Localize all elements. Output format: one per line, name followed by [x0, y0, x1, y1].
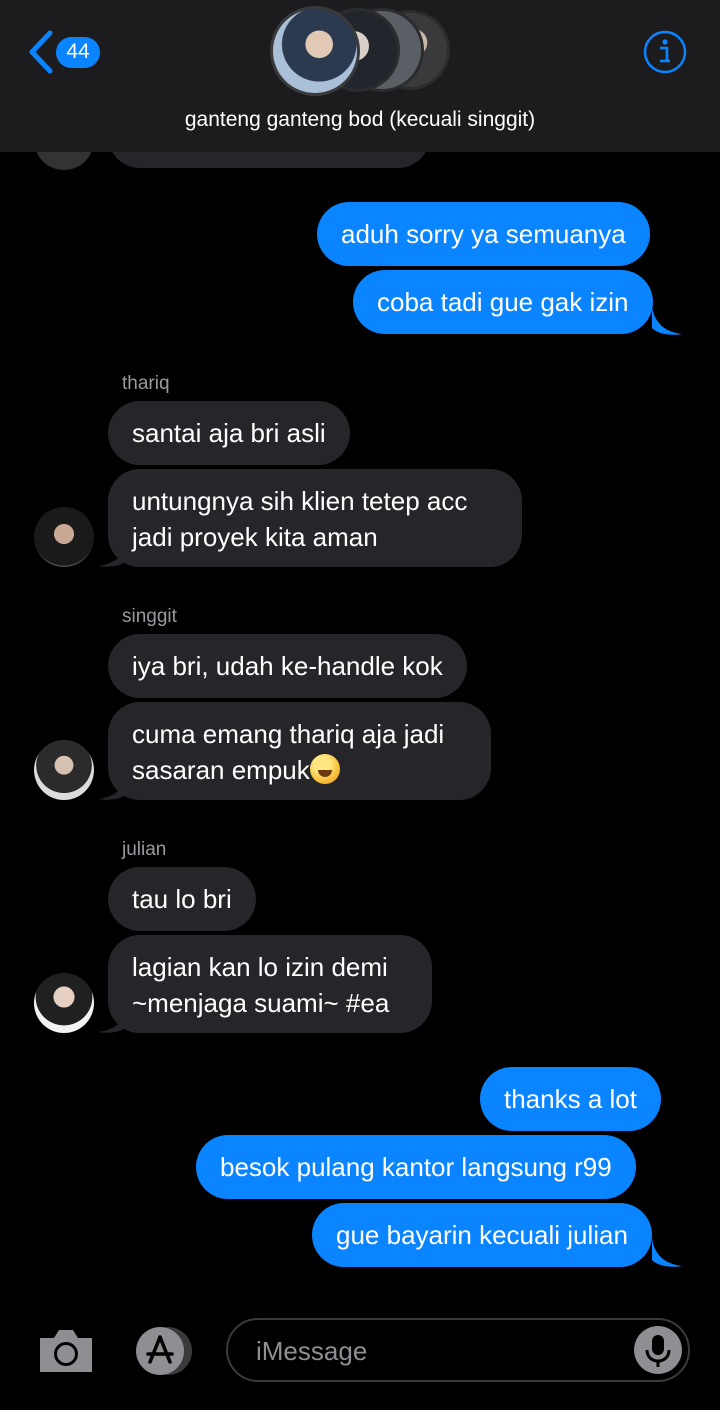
grinning-face-with-sweat-icon [309, 754, 340, 784]
camera-button[interactable] [36, 1326, 96, 1376]
message-text: untungnya sih klien tetep acc [132, 486, 468, 516]
message-bubble-outgoing[interactable]: coba tadi gue gak izin [353, 270, 653, 334]
chat-header: 44 ganteng ganteng bod (kecuali singgit) [0, 0, 720, 152]
bubble-tail [652, 306, 682, 335]
message-text: ~menjaga suami~ #ea [132, 988, 390, 1018]
message-input-wrapper[interactable] [226, 1318, 690, 1382]
bubble-tail [98, 771, 128, 800]
message-text: gue bayarin kecuali julian [336, 1220, 628, 1250]
sender-name: thariq [122, 373, 170, 394]
camera-icon [40, 1330, 92, 1372]
avatar[interactable] [34, 740, 94, 800]
message-bubble-outgoing[interactable]: thanks a lot [480, 1067, 661, 1131]
message-text: cuma emang thariq aja jadi [132, 719, 445, 749]
message-bubble-incoming[interactable]: lagian kan lo izin demi ~menjaga suami~ … [108, 935, 432, 1033]
message-bubble-incoming[interactable]: santai aja bri asli [108, 401, 350, 465]
microphone-icon [645, 1335, 671, 1367]
message-text: thanks a lot [504, 1084, 637, 1114]
chevron-left-icon [29, 30, 53, 74]
message-bubble-incoming[interactable]: untungnya sih klien tetep acc jadi proye… [108, 469, 522, 567]
app-store-icon [136, 1327, 192, 1375]
group-avatars[interactable] [270, 4, 460, 100]
message-bubble-incoming[interactable]: tau lo bri [108, 867, 256, 931]
message-bubble-outgoing[interactable]: gue bayarin kecuali julian [312, 1203, 652, 1267]
message-text: lagian kan lo izin demi [132, 952, 388, 982]
message-bubble-outgoing[interactable]: aduh sorry ya semuanya [317, 202, 650, 266]
bubble-tail [98, 1004, 128, 1033]
info-button[interactable] [643, 30, 687, 74]
sender-name: singgit [122, 606, 177, 627]
message-text: santai aja bri asli [132, 418, 326, 448]
bubble-tail [98, 538, 128, 567]
message-text: jadi proyek kita aman [132, 522, 378, 552]
unread-count-badge: 44 [56, 36, 100, 68]
bubble-tail [652, 1238, 682, 1267]
message-text: iya bri, udah ke-handle kok [132, 651, 443, 681]
message-text: tau lo bri [132, 884, 232, 914]
avatar[interactable] [34, 973, 94, 1033]
message-bubble-incoming[interactable]: iya bri, udah ke-handle kok [108, 634, 467, 698]
avatar[interactable] [34, 507, 94, 567]
message-bubble-incoming[interactable]: cuma emang thariq aja jadi sasaran empuk [108, 702, 491, 800]
microphone-button[interactable] [634, 1326, 682, 1374]
message-bubble-outgoing[interactable]: besok pulang kantor langsung r99 [196, 1135, 636, 1199]
back-button[interactable]: 44 [26, 28, 106, 76]
message-input[interactable] [254, 1328, 618, 1374]
app-store-button[interactable] [130, 1326, 196, 1376]
sender-name: julian [122, 839, 167, 860]
message-text: coba tadi gue gak izin [377, 287, 629, 317]
avatar [270, 6, 360, 96]
message-text: aduh sorry ya semuanya [341, 219, 626, 249]
message-text: sasaran empuk [132, 755, 310, 785]
message-text: besok pulang kantor langsung r99 [220, 1152, 612, 1182]
group-title[interactable]: ganteng ganteng bod (kecuali singgit) [0, 108, 720, 132]
info-icon [643, 30, 687, 74]
